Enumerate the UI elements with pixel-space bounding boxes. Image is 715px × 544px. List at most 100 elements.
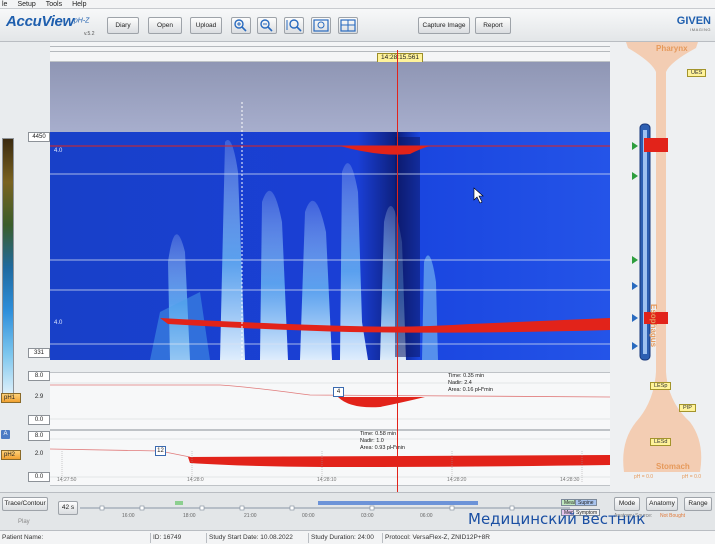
zoom-in-vertical-button[interactable]: [284, 17, 304, 34]
anatomy-button[interactable]: Anatomy: [646, 497, 678, 511]
status-bar: Patient Name: ID: 16749 Study Start Date…: [0, 530, 715, 544]
pharynx-region: [50, 62, 610, 132]
ph2-channel-badge[interactable]: pH2: [1, 450, 21, 460]
ph1-max: 8.0: [28, 371, 50, 381]
protocol-field: Protocol: VersaFlex-Z, ZNID12P+8R: [385, 534, 490, 541]
ues-sensor-highlight: [644, 138, 668, 152]
ph2-annotation-area: Area: 0.93 pH*min: [360, 445, 405, 451]
app-name: AccuView: [6, 13, 74, 30]
supine-tag[interactable]: Supine: [575, 499, 597, 506]
app-superscript: pH-Z: [73, 17, 90, 25]
ph1-annotation: Time: 0.35 min Nadir: 2.4 Area: 0.16 pH*…: [448, 373, 493, 394]
timeline-tick: 06:00: [420, 513, 433, 519]
menu-setup[interactable]: Setup: [17, 1, 35, 8]
study-start-field: Study Start Date: 10.08.2022: [209, 534, 293, 541]
zoom-out-icon: [260, 19, 273, 32]
timeline-tick: 03:00: [361, 513, 374, 519]
company-sub: IMAGING: [690, 27, 711, 32]
company-name: GIVEN: [676, 15, 711, 27]
ph2-mid: 2.0: [34, 451, 44, 457]
scale-max[interactable]: 4450: [28, 132, 50, 142]
timeline-tick: 00:00: [302, 513, 315, 519]
zoom-in-horizontal-button[interactable]: [231, 17, 251, 34]
patient-name-field: Patient Name:: [2, 534, 44, 541]
pip-marker[interactable]: PIP: [679, 404, 696, 412]
lesd-marker[interactable]: LESd: [650, 438, 672, 446]
ues-marker[interactable]: UES: [687, 69, 707, 77]
fit-view-button[interactable]: [311, 17, 331, 34]
patient-id-field: ID: 16749: [153, 534, 182, 541]
ph2-chart[interactable]: 12 Time: 0.58 min Nadir: 1.0 Area: 0.93 …: [50, 430, 610, 486]
zoom-out-horizontal-button[interactable]: [257, 17, 277, 34]
ph2-tick-0: 14:27:50: [57, 477, 77, 483]
status-separator: [206, 533, 207, 543]
diary-button[interactable]: Diary: [107, 17, 139, 34]
ph1-trace: [50, 382, 610, 420]
play-button[interactable]: Play: [18, 519, 30, 526]
ph2-min: 0.0: [28, 472, 50, 482]
menu-help[interactable]: Help: [72, 1, 86, 8]
full-view-button[interactable]: [338, 17, 358, 34]
status-separator: [150, 533, 151, 543]
status-separator: [382, 533, 383, 543]
fit-view-icon: [313, 19, 329, 32]
timeline-tick: 16:00: [122, 513, 135, 519]
zoom-in-icon: [234, 19, 247, 32]
menu-bar: le Setup Tools Help: [0, 0, 715, 9]
ph1-chart[interactable]: 4 Time: 0.35 min Nadir: 2.4 Area: 0.16 p…: [50, 372, 610, 430]
zoom-window-field[interactable]: 42 s: [58, 501, 78, 515]
app-version: v.5.2: [84, 31, 95, 37]
esophagus-label: Esophagus: [649, 304, 658, 348]
stomach-ph-right: pH = 0.0: [682, 474, 702, 480]
anatomy-panel: Pharynx UES Esophagus LESp PIP LESd Stom…: [610, 42, 715, 492]
ph2-tick-1: 14:28:0: [187, 477, 204, 483]
ph1-annotation-time: Time: 0.35 min: [448, 373, 485, 379]
menu-file[interactable]: le: [2, 1, 7, 8]
stomach-ph-left: pH = 0.0: [634, 474, 654, 480]
ph2-tick-4: 14:28:30: [560, 477, 580, 483]
left-scale-panel: 4450 331 8.0 pH1 2.9 0.0 A 8.0 pH2 2.0 0…: [0, 42, 50, 492]
ph1-annotation-area: Area: 0.16 pH*min: [448, 387, 493, 393]
ph1-min: 0.0: [28, 415, 50, 425]
dark-band: [395, 137, 420, 357]
timeline-tick: 18:00: [183, 513, 196, 519]
ph2-max: 8.0: [28, 431, 50, 441]
heatmap-label-top: 4.0: [54, 148, 63, 154]
study-duration-field: Study Duration: 24:00: [311, 534, 374, 541]
app-logo: AccuViewpH-Z v.5.2: [6, 13, 98, 37]
ph1-mid: 2.9: [34, 394, 44, 400]
lesp-marker[interactable]: LESp: [650, 382, 672, 390]
ph1-annotation-nadir: Nadir: 2.4: [448, 380, 472, 386]
open-button[interactable]: Open: [148, 17, 182, 34]
trace-contour-button[interactable]: Trace/Contour: [2, 497, 48, 511]
ph2-annotation: Time: 0.58 min Nadir: 1.0 Area: 0.93 pH*…: [360, 431, 405, 452]
time-cursor[interactable]: [397, 50, 398, 502]
ph2-annotation-nadir: Nadir: 1.0: [360, 438, 384, 444]
pressure-topography-plot[interactable]: 4.0 4.0: [50, 62, 610, 372]
ph1-event-id[interactable]: 4: [333, 387, 344, 397]
ph2-tick-2: 14:28:10: [317, 477, 337, 483]
report-button[interactable]: Report: [475, 17, 511, 34]
timeline-tick: 21:00: [244, 513, 257, 519]
a-badge[interactable]: A: [1, 430, 10, 439]
header-line: [50, 46, 610, 47]
ph2-event-id[interactable]: 12: [155, 446, 166, 456]
full-view-icon: [340, 19, 356, 32]
upload-button[interactable]: Upload: [190, 17, 222, 34]
capture-image-button[interactable]: Capture Image: [418, 17, 470, 34]
company-logo: GIVEN IMAGING: [665, 15, 711, 37]
color-scale-bar: [2, 138, 14, 398]
ph2-tick-3: 14:28:20: [447, 477, 467, 483]
pharynx-label: Pharynx: [656, 44, 688, 53]
scale-min[interactable]: 331: [28, 348, 50, 358]
range-button[interactable]: Range: [684, 497, 712, 511]
anatomy-source-value: Not Bought: [660, 513, 686, 519]
mode-button[interactable]: Mode: [614, 497, 640, 511]
ph1-channel-badge[interactable]: pH1: [1, 393, 21, 403]
menu-tools[interactable]: Tools: [46, 1, 62, 8]
zoom-in-vertical-icon: [286, 19, 302, 32]
anatomy-illustration: [623, 42, 702, 472]
time-header: 14:28:15.561: [50, 42, 610, 63]
header-line: [50, 51, 610, 52]
watermark: Медицинский вестник: [468, 510, 646, 528]
